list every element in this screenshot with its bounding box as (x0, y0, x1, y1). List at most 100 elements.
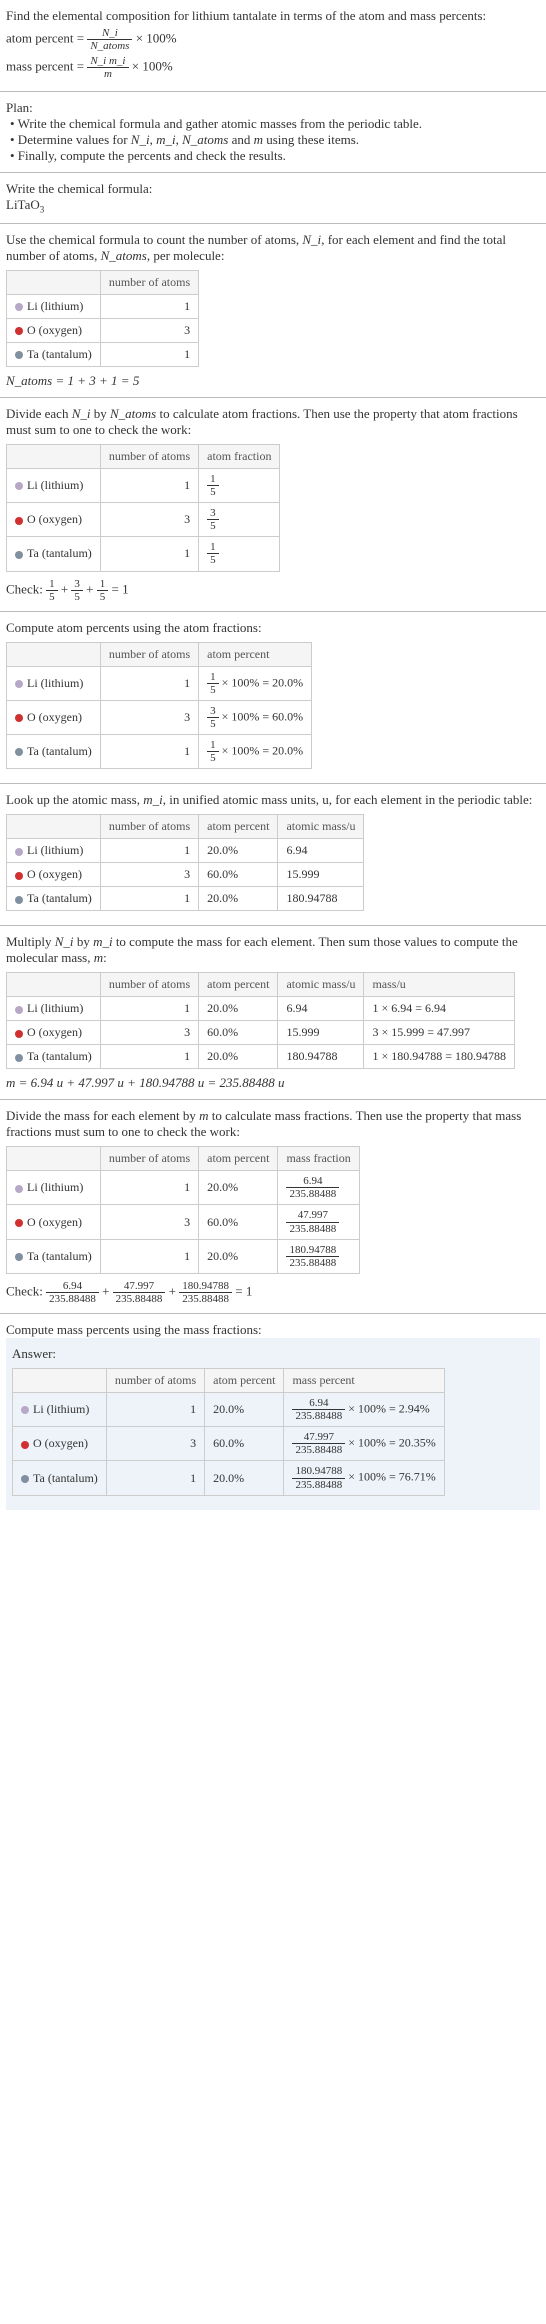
table-header-row: number of atoms atom percent atomic mass… (7, 815, 364, 839)
table-header-row: number of atoms atom fraction (7, 444, 280, 468)
table-row: Ta (tantalum) 1 20.0% 180.94788235.88488 (7, 1239, 360, 1273)
mass-table: number of atoms atom percent atomic mass… (6, 814, 364, 911)
element-dot-icon (15, 351, 23, 359)
masspct-intro: Compute mass percents using the mass fra… (6, 1322, 540, 1338)
table-row: Li (lithium) 1 20.0% 6.94235.88488 × 100… (13, 1393, 445, 1427)
atompct-intro: Compute atom percents using the atom fra… (6, 620, 540, 636)
element-dot-icon (15, 896, 23, 904)
element-dot-icon (15, 517, 23, 525)
plan-section: Plan: • Write the chemical formula and g… (0, 92, 546, 173)
table-row: Ta (tantalum) 1 20.0% 180.94788 (7, 887, 364, 911)
massmul-section: Multiply N_i by m_i to compute the mass … (0, 926, 546, 1100)
element-dot-icon (21, 1475, 29, 1483)
massfrac-check: Check: 6.94235.88488 + 47.997235.88488 +… (6, 1280, 540, 1305)
fraction: 47.997235.88488 (292, 1431, 345, 1456)
element-dot-icon (15, 1253, 23, 1261)
element-dot-icon (15, 327, 23, 335)
masspct-section: Compute mass percents using the mass fra… (0, 1314, 546, 1518)
fraction: 6.94235.88488 (286, 1175, 339, 1200)
massmul-table: number of atoms atom percent atomic mass… (6, 972, 515, 1069)
table-row: Ta (tantalum) 1 15 (7, 537, 280, 571)
element-dot-icon (15, 848, 23, 856)
intro-section: Find the elemental composition for lithi… (0, 0, 546, 92)
fraction: 6.94235.88488 (292, 1397, 345, 1422)
element-dot-icon (21, 1441, 29, 1449)
fraction: 15 (207, 541, 219, 566)
element-dot-icon (15, 551, 23, 559)
fraction: 35 (207, 507, 219, 532)
plan-bullet-3: • Finally, compute the percents and chec… (10, 148, 540, 164)
table-header-row: number of atoms atom percent mass percen… (13, 1369, 445, 1393)
element-dot-icon (15, 872, 23, 880)
table-row: Ta (tantalum) 1 (7, 342, 199, 366)
table-row: O (oxygen) 3 35 (7, 503, 280, 537)
atompct-section: Compute atom percents using the atom fra… (0, 612, 546, 785)
table-row: Li (lithium) 1 (7, 294, 199, 318)
table-row: O (oxygen) 3 35 × 100% = 60.0% (7, 700, 312, 734)
table-row: O (oxygen) 3 (7, 318, 199, 342)
fraction: 15 (207, 739, 219, 764)
mass-intro: Look up the atomic mass, m_i, in unified… (6, 792, 540, 808)
element-dot-icon (15, 714, 23, 722)
massfrac-section: Divide the mass for each element by m to… (0, 1100, 546, 1314)
element-dot-icon (15, 1054, 23, 1062)
formula-title: Write the chemical formula: (6, 181, 540, 197)
intro-text: Find the elemental composition for lithi… (6, 8, 540, 24)
table-row: Li (lithium) 1 15 × 100% = 20.0% (7, 666, 312, 700)
table-row: O (oxygen) 3 60.0% 15.999 3 × 15.999 = 4… (7, 1021, 515, 1045)
mass-percent-formula: mass percent = N_i m_i m × 100% (6, 55, 540, 80)
atompct-table: number of atoms atom percent Li (lithium… (6, 642, 312, 770)
fraction: 15 (207, 473, 219, 498)
fraction: 47.997235.88488 (286, 1209, 339, 1234)
atomfrac-check: Check: 15 + 35 + 15 = 1 (6, 578, 540, 603)
table-header-row: number of atoms atom percent mass fracti… (7, 1147, 360, 1171)
mass-section: Look up the atomic mass, m_i, in unified… (0, 784, 546, 926)
plan-title: Plan: (6, 100, 540, 116)
table-row: Li (lithium) 1 20.0% 6.94 1 × 6.94 = 6.9… (7, 997, 515, 1021)
element-dot-icon (15, 303, 23, 311)
table-header-row: number of atoms atom percent (7, 642, 312, 666)
fraction: 180.94788235.88488 (292, 1465, 345, 1490)
atomfrac-section: Divide each N_i by N_atoms to calculate … (0, 398, 546, 612)
table-row: O (oxygen) 3 60.0% 15.999 (7, 863, 364, 887)
table-row: Li (lithium) 1 15 (7, 468, 280, 502)
massmul-intro: Multiply N_i by m_i to compute the mass … (6, 934, 540, 966)
table-header-row: number of atoms atom percent atomic mass… (7, 973, 515, 997)
fraction: 15 (207, 671, 219, 696)
table-row: Ta (tantalum) 1 15 × 100% = 20.0% (7, 735, 312, 769)
count-sum: N_atoms = 1 + 3 + 1 = 5 (6, 373, 540, 389)
atom-percent-formula: atom percent = N_i N_atoms × 100% (6, 27, 540, 52)
plan-bullet-2: • Determine values for N_i, m_i, N_atoms… (10, 132, 540, 148)
formula-section: Write the chemical formula: LiTaO3 (0, 173, 546, 224)
massmul-sum: m = 6.94 u + 47.997 u + 180.94788 u = 23… (6, 1075, 540, 1091)
fraction: 35 (207, 705, 219, 730)
atom-percent-frac: N_i N_atoms (87, 27, 132, 52)
element-dot-icon (15, 1185, 23, 1193)
massfrac-table: number of atoms atom percent mass fracti… (6, 1146, 360, 1274)
answer-label: Answer: (12, 1346, 534, 1362)
count-table: number of atoms Li (lithium) 1 O (oxygen… (6, 270, 199, 367)
element-dot-icon (15, 482, 23, 490)
element-dot-icon (15, 1006, 23, 1014)
count-section: Use the chemical formula to count the nu… (0, 224, 546, 398)
mass-percent-frac: N_i m_i m (87, 55, 128, 80)
atomfrac-table: number of atoms atom fraction Li (lithiu… (6, 444, 280, 572)
element-dot-icon (15, 1030, 23, 1038)
plan-bullet-1: • Write the chemical formula and gather … (10, 116, 540, 132)
answer-table: number of atoms atom percent mass percen… (12, 1368, 445, 1496)
element-dot-icon (15, 748, 23, 756)
formula-value: LiTaO3 (6, 197, 540, 215)
table-row: O (oxygen) 3 60.0% 47.997235.88488 (7, 1205, 360, 1239)
table-row: O (oxygen) 3 60.0% 47.997235.88488 × 100… (13, 1427, 445, 1461)
table-row: Li (lithium) 1 20.0% 6.94 (7, 839, 364, 863)
element-dot-icon (15, 1219, 23, 1227)
atomfrac-intro: Divide each N_i by N_atoms to calculate … (6, 406, 540, 438)
table-header-row: number of atoms (7, 270, 199, 294)
answer-box: Answer: number of atoms atom percent mas… (6, 1338, 540, 1510)
element-dot-icon (21, 1406, 29, 1414)
massfrac-intro: Divide the mass for each element by m to… (6, 1108, 540, 1140)
table-row: Li (lithium) 1 20.0% 6.94235.88488 (7, 1171, 360, 1205)
count-intro: Use the chemical formula to count the nu… (6, 232, 540, 264)
element-dot-icon (15, 680, 23, 688)
table-row: Ta (tantalum) 1 20.0% 180.94788235.88488… (13, 1461, 445, 1495)
